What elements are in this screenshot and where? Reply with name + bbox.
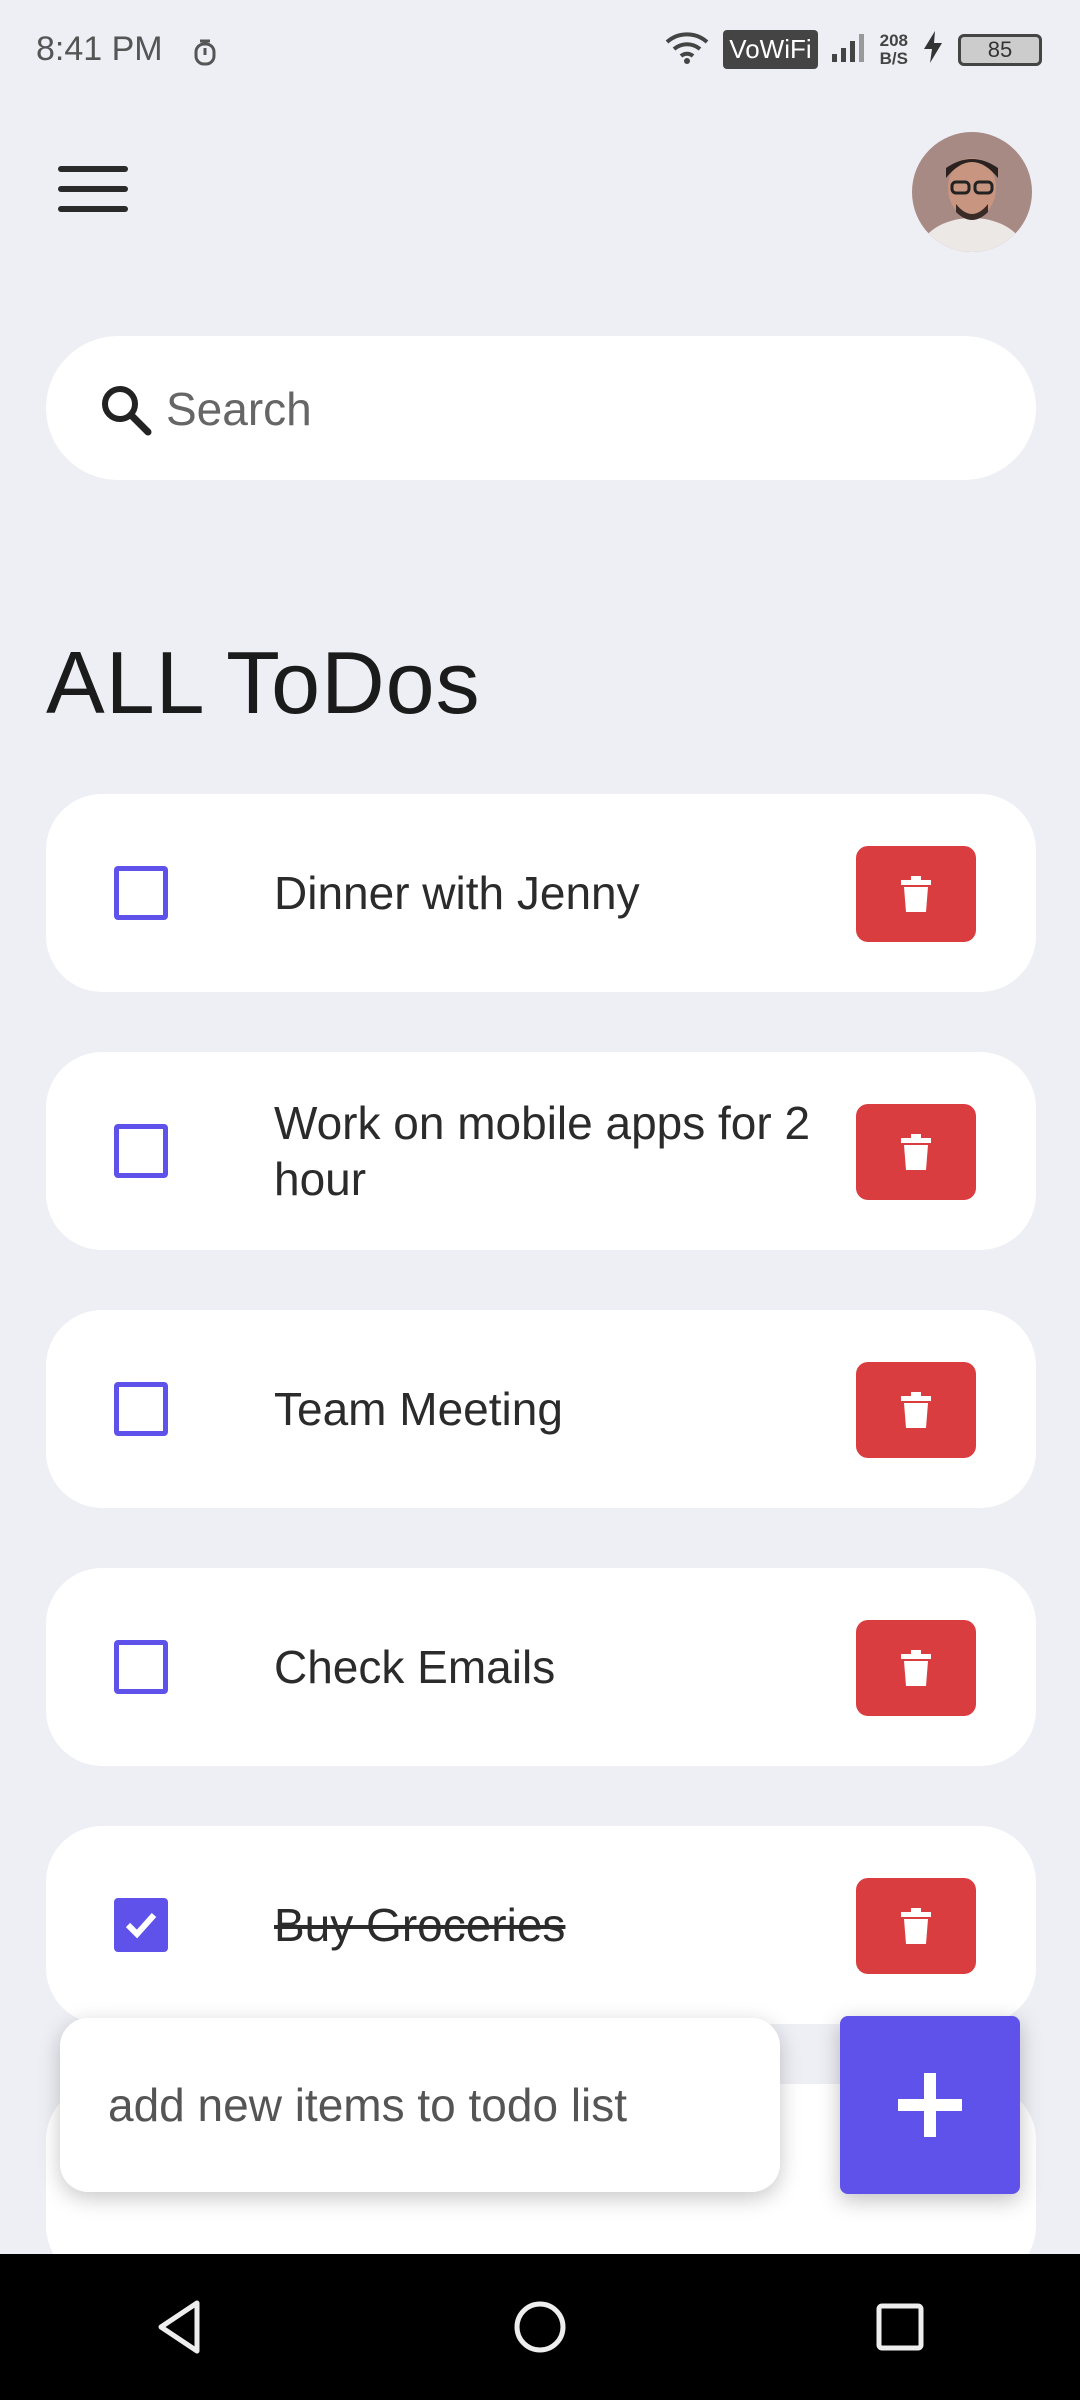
trash-icon [901,1908,931,1944]
wifi-icon [665,30,709,69]
add-todo-input[interactable] [106,2062,750,2148]
checkmark-icon [125,1912,157,1939]
status-icons: VoWiFi 208 B/S 85 [665,30,1042,69]
nav-recents-button[interactable] [840,2267,960,2387]
delete-button[interactable] [856,1104,976,1200]
nav-back-button[interactable] [120,2267,240,2387]
todo-item: Buy Groceries [46,1826,1036,2024]
trash-icon [901,876,931,912]
delete-button[interactable] [856,846,976,942]
todo-text[interactable]: Team Meeting [274,1381,854,1437]
todo-checkbox[interactable] [114,1382,168,1436]
alarm-icon [192,38,218,73]
trash-icon [901,1134,931,1170]
page-title: ALL ToDos [46,633,481,732]
add-todo-field[interactable] [60,2018,780,2192]
todo-text[interactable]: Buy Groceries [274,1897,854,1953]
hamburger-menu-icon[interactable] [58,166,128,218]
todo-checkbox[interactable] [114,866,168,920]
status-time: 8:41 PM [36,30,163,68]
net-speed-value: 208 [879,30,908,50]
todo-item: Work on mobile apps for 2 hour [46,1052,1036,1250]
battery-icon: 85 [958,33,1042,66]
signal-icon [831,32,866,67]
search-bar[interactable] [46,336,1036,480]
todo-checkbox-checked[interactable] [114,1898,168,1952]
todo-item: Check Emails [46,1568,1036,1766]
square-recents-icon [876,2303,924,2351]
triangle-back-icon [158,2300,200,2354]
avatar[interactable] [912,132,1032,252]
system-nav-bar [0,2254,1080,2400]
delete-button[interactable] [856,1620,976,1716]
delete-button[interactable] [856,1362,976,1458]
circle-home-icon [514,2301,566,2353]
add-button[interactable] [840,2016,1020,2194]
status-bar: 8:41 PM VoWiFi 208 B/S 85 [0,0,1080,108]
todo-checkbox[interactable] [114,1124,168,1178]
delete-button[interactable] [856,1878,976,1974]
todo-checkbox[interactable] [114,1640,168,1694]
charging-icon [922,31,944,68]
todo-text[interactable]: Work on mobile apps for 2 hour [274,1095,854,1207]
vowifi-badge: VoWiFi [723,30,818,69]
nav-home-button[interactable] [480,2267,600,2387]
net-speed-unit: B/S [879,48,908,68]
todo-text[interactable]: Dinner with Jenny [274,865,854,921]
search-icon [98,382,154,443]
search-input[interactable] [164,366,988,452]
trash-icon [901,1650,931,1686]
trash-icon [901,1392,931,1428]
net-speed: 208 B/S [879,30,908,68]
plus-icon [898,2073,962,2137]
todo-text[interactable]: Check Emails [274,1639,854,1695]
todo-item: Team Meeting [46,1310,1036,1508]
todo-item: Dinner with Jenny [46,794,1036,992]
